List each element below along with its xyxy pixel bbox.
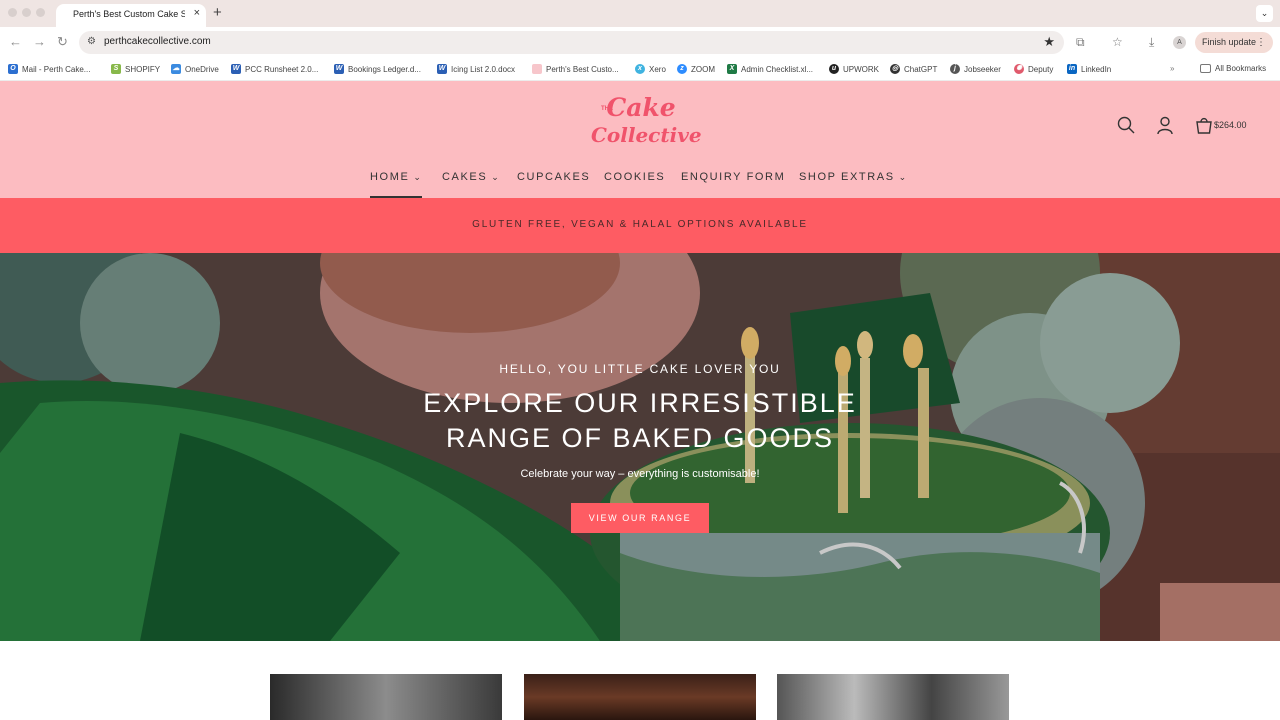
bookmarks-overflow-icon[interactable]: »: [1170, 64, 1174, 73]
nav-cakes[interactable]: CAKES ⌄: [442, 171, 499, 183]
cart-total[interactable]: $264.00: [1214, 120, 1247, 130]
bookmark-item[interactable]: W Bookings Ledger.d...: [334, 64, 421, 74]
browser-tab-strip: Perth's Best Custom Cake Sh × + ⌄: [0, 0, 1280, 27]
reload-icon[interactable]: ↻: [57, 35, 68, 49]
nav-cookies[interactable]: COOKIES: [604, 171, 665, 183]
xero-icon: x: [635, 64, 645, 74]
bookmark-item[interactable]: u UPWORK: [829, 64, 879, 74]
hero-subtitle: Celebrate your way – everything is custo…: [520, 468, 760, 480]
word-icon: W: [231, 64, 241, 74]
tab-title: Perth's Best Custom Cake Sh: [73, 9, 185, 19]
chevron-down-icon: ⌄: [491, 172, 499, 182]
bookmark-item[interactable]: S SHOPIFY: [111, 64, 160, 74]
collection-card-image[interactable]: [524, 674, 756, 720]
onedrive-icon: ☁: [171, 64, 181, 74]
outlook-icon: O: [8, 64, 18, 74]
back-icon[interactable]: ←: [9, 35, 22, 49]
zoom-icon: z: [677, 64, 687, 74]
account-icon[interactable]: [1155, 115, 1175, 135]
site-info-icon[interactable]: ⚙: [87, 36, 96, 47]
bookmark-item[interactable]: ◎ ChatGPT: [890, 64, 937, 74]
bookmark-item[interactable]: W PCC Runsheet 2.0...: [231, 64, 318, 74]
downloads-icon[interactable]: ⤓: [1149, 35, 1154, 49]
main-nav: HOME ⌄ CAKES ⌄ CUPCAKES COOKIES ENQUIRY FO…: [0, 171, 1280, 191]
bookmark-item[interactable]: W Icing List 2.0.docx: [437, 64, 515, 74]
shopify-icon: S: [111, 64, 121, 74]
hero-banner: HELLO, YOU LITTLE CAKE LOVER YOU EXPLORE…: [0, 253, 1280, 641]
nav-home[interactable]: HOME ⌄: [370, 171, 421, 183]
forward-icon[interactable]: →: [33, 35, 46, 49]
chevron-down-icon: ⌄: [898, 172, 907, 182]
bookmark-item[interactable]: ✺ Deputy: [1014, 64, 1053, 74]
folder-icon: [1200, 64, 1211, 73]
jobseeker-icon: j: [950, 64, 960, 74]
bookmark-star-icon[interactable]: ★: [1043, 34, 1055, 50]
bookmarks-bar: O Mail - Perth Cake... S SHOPIFY ☁ OneDrive…: [0, 58, 1280, 81]
browser-toolbar: ← → ↻ ⚙ perthcakecollective.com ★ ⧉ ☆ ⤓ …: [0, 27, 1280, 58]
collection-card-image[interactable]: [270, 674, 502, 720]
chevron-down-icon: ⌄: [413, 172, 421, 182]
cart-icon[interactable]: [1194, 115, 1214, 135]
all-bookmarks-folder[interactable]: All Bookmarks: [1200, 64, 1266, 73]
finish-update-label: Finish update: [1202, 37, 1257, 47]
site-icon: [532, 64, 542, 74]
collection-card-image[interactable]: [777, 674, 1009, 720]
finish-update-button[interactable]: Finish update ⋮: [1195, 32, 1273, 53]
bookmark-item[interactable]: Perth's Best Custo...: [532, 64, 619, 74]
upwork-icon: u: [829, 64, 839, 74]
reading-list-icon[interactable]: ☆: [1112, 35, 1123, 49]
hero-title: EXPLORE OUR IRRESISTIBLE RANGE OF BAKED …: [0, 386, 1280, 456]
bookmark-item[interactable]: X Admin Checklist.xl...: [727, 64, 813, 74]
bookmark-item[interactable]: ☁ OneDrive: [171, 64, 219, 74]
site-header: THE Cake Collective $264.00 HOME ⌄ CAKES ⌄…: [0, 81, 1280, 198]
announcement-text: GLUTEN FREE, VEGAN & HALAL OPTIONS AVAIL…: [472, 219, 808, 230]
view-range-button[interactable]: VIEW OUR RANGE: [571, 503, 709, 533]
search-icon[interactable]: [1116, 115, 1136, 135]
bookmark-item[interactable]: z ZOOM: [677, 64, 715, 74]
window-close-dot[interactable]: [8, 8, 17, 17]
hero-title-line-1: EXPLORE OUR IRRESISTIBLE: [423, 388, 857, 418]
nav-enquiry-form[interactable]: ENQUIRY FORM: [681, 171, 785, 183]
collection-cards: [0, 641, 1280, 720]
site-logo[interactable]: THE Cake Collective: [591, 93, 702, 153]
bookmark-item[interactable]: j Jobseeker: [950, 64, 1001, 74]
tab-close-icon[interactable]: ×: [194, 7, 200, 19]
tab-search-button[interactable]: ⌄: [1256, 5, 1273, 22]
deputy-icon: ✺: [1014, 64, 1024, 74]
logo-line-2: Collective: [591, 123, 702, 147]
word-icon: W: [334, 64, 344, 74]
nav-cupcakes[interactable]: CUPCAKES: [517, 171, 590, 183]
nav-shop-extras[interactable]: SHOP EXTRAS ⌄: [799, 171, 906, 183]
announcement-bar: GLUTEN FREE, VEGAN & HALAL OPTIONS AVAIL…: [0, 198, 1280, 253]
excel-icon: X: [727, 64, 737, 74]
bookmark-item[interactable]: x Xero: [635, 64, 666, 74]
word-icon: W: [437, 64, 447, 74]
chatgpt-icon: ◎: [890, 64, 900, 74]
bookmark-item[interactable]: in LinkedIn: [1067, 64, 1111, 74]
logo-line-1: Cake: [606, 93, 676, 122]
linkedin-icon: in: [1067, 64, 1077, 74]
new-tab-button[interactable]: +: [213, 4, 222, 21]
hero-title-line-2: RANGE OF BAKED GOODS: [445, 423, 835, 453]
url-text[interactable]: perthcakecollective.com: [104, 36, 211, 47]
address-bar[interactable]: ⚙ perthcakecollective.com ★: [79, 31, 1064, 54]
more-menu-icon[interactable]: ⋮: [1256, 32, 1266, 53]
bookmark-item[interactable]: O Mail - Perth Cake...: [8, 64, 90, 74]
extensions-icon[interactable]: ⧉: [1076, 35, 1085, 49]
profile-avatar[interactable]: A: [1173, 36, 1186, 49]
window-minimize-dot[interactable]: [22, 8, 31, 17]
hero-eyebrow: HELLO, YOU LITTLE CAKE LOVER YOU: [499, 362, 781, 376]
window-zoom-dot[interactable]: [36, 8, 45, 17]
browser-tab-active[interactable]: Perth's Best Custom Cake Sh ×: [56, 4, 206, 27]
